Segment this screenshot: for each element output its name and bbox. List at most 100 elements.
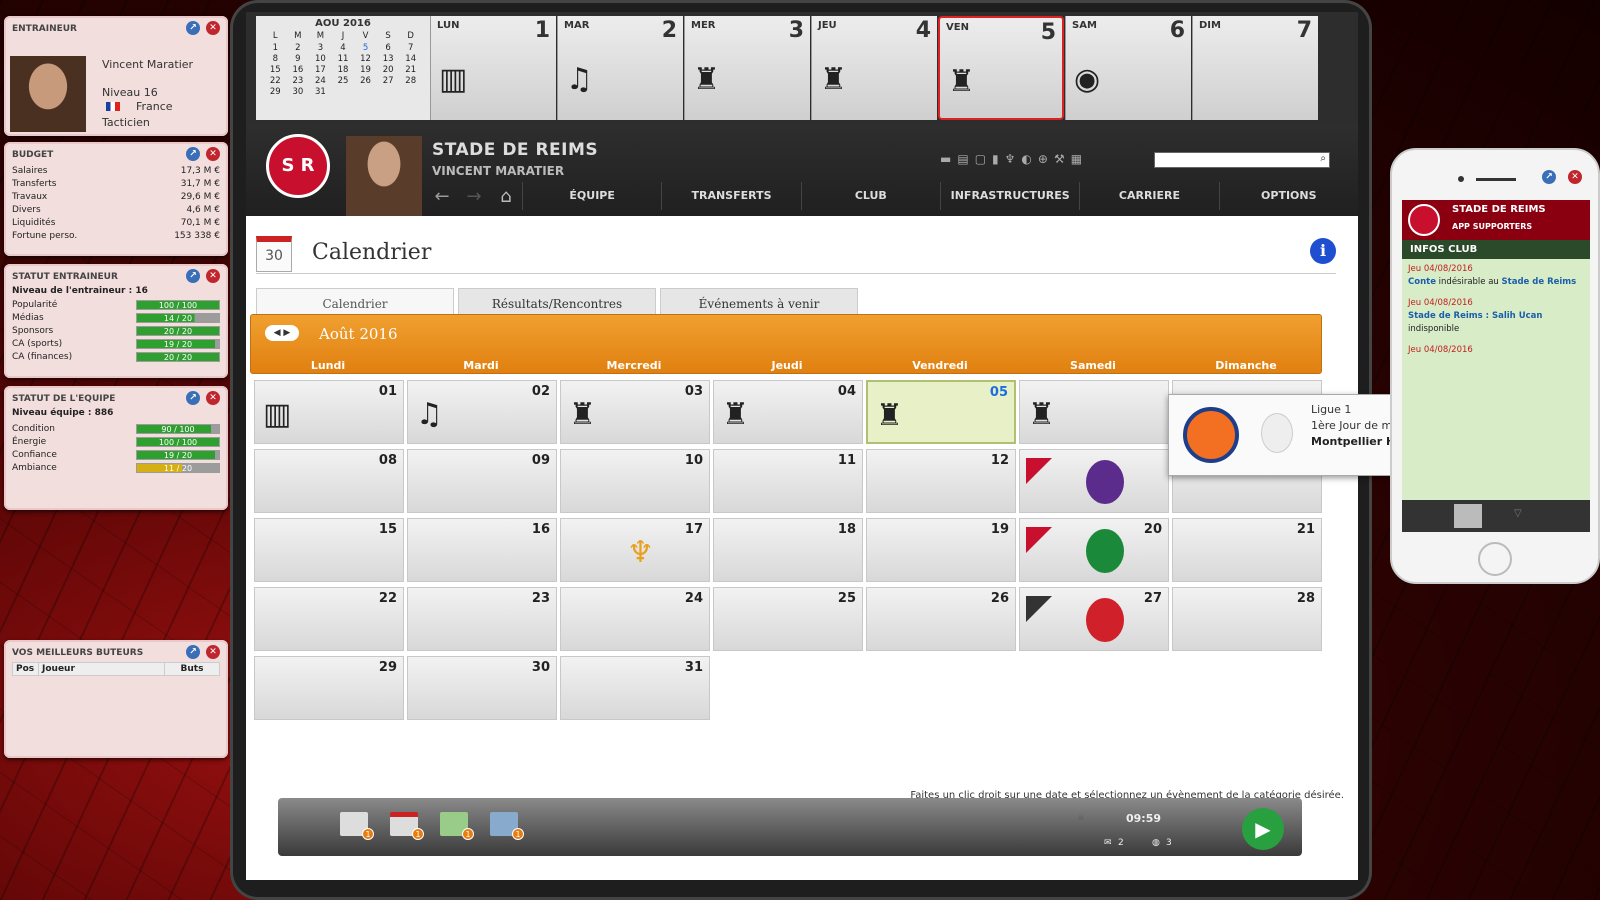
mini-cal-day[interactable]: 18 xyxy=(332,65,355,75)
trophy-icon[interactable]: ♆ xyxy=(1005,152,1016,166)
calendar-day-cell[interactable]: 04 ♜ xyxy=(713,380,863,444)
calendar-day-cell[interactable]: 28 xyxy=(1172,587,1322,651)
mini-cal-day[interactable]: 13 xyxy=(377,54,400,64)
phone-news-tab-icon[interactable] xyxy=(1454,504,1482,528)
mini-cal-day[interactable]: 16 xyxy=(287,65,310,75)
calendar-day-cell[interactable]: 02 ♫ xyxy=(407,380,557,444)
mini-cal-day[interactable]: 29 xyxy=(264,87,287,97)
calendar-day-cell[interactable]: 01 ▥ xyxy=(254,380,404,444)
refresh-icon[interactable]: ◐ xyxy=(1021,152,1031,166)
calendar-day-cell[interactable]: 20 xyxy=(1019,518,1169,582)
calendar-day-cell[interactable]: 25 xyxy=(713,587,863,651)
info-button[interactable]: i xyxy=(1310,238,1336,264)
calendar-day-cell[interactable]: 18 xyxy=(713,518,863,582)
mini-cal-day[interactable]: 3 xyxy=(309,43,332,53)
mini-cal-day[interactable]: 24 xyxy=(309,76,332,86)
week-day-mar[interactable]: MAR 2 ♫ xyxy=(557,16,683,120)
week-day-ven[interactable]: VEN 5 ♜ xyxy=(938,16,1064,120)
nav-transferts[interactable]: TRANSFERTS xyxy=(661,182,800,210)
calendar-day-cell[interactable]: 15 xyxy=(254,518,404,582)
calendar-day-cell[interactable]: 29 xyxy=(254,656,404,720)
mini-cal-day[interactable]: 12 xyxy=(354,54,377,64)
expand-icon[interactable]: ↗ xyxy=(186,21,200,35)
mini-cal-day[interactable]: 5 xyxy=(354,43,377,53)
close-icon[interactable]: ✕ xyxy=(206,21,220,35)
search-icon[interactable]: ⌕ xyxy=(1320,153,1326,164)
close-icon[interactable]: ✕ xyxy=(1568,170,1582,184)
week-day-mer[interactable]: MER 3 ♜ xyxy=(684,16,810,120)
globe-icon[interactable]: ⊕ xyxy=(1038,152,1048,166)
nav-infrastructures[interactable]: INFRASTRUCTURES xyxy=(939,182,1079,210)
calendar-day-cell[interactable]: 09 xyxy=(407,449,557,513)
mini-cal-day[interactable]: 9 xyxy=(287,54,310,64)
mini-cal-day[interactable]: 27 xyxy=(377,76,400,86)
mini-cal-day[interactable]: 2 xyxy=(287,43,310,53)
calendar-day-cell[interactable]: 22 xyxy=(254,587,404,651)
news-item[interactable]: Jeu 04/08/2016 Stade de Reims : Salih Uca… xyxy=(1402,293,1590,340)
nav-club[interactable]: CLUB xyxy=(800,182,940,210)
calendar-day-cell[interactable]: 11 xyxy=(713,449,863,513)
mini-cal-day[interactable]: 1 xyxy=(264,43,287,53)
screen-icon[interactable]: ▢ xyxy=(975,152,986,166)
nav-options[interactable]: OPTIONS xyxy=(1218,182,1358,210)
calendar-day-cell[interactable]: 19 xyxy=(866,518,1016,582)
calendar-day-cell[interactable]: 03 ♜ xyxy=(560,380,710,444)
mini-cal-day[interactable]: 21 xyxy=(399,65,422,75)
calendar-day-cell[interactable]: 23 xyxy=(407,587,557,651)
expand-icon[interactable]: ↗ xyxy=(186,147,200,161)
mini-calendar[interactable]: AOU 2016 LMMJVSD 1 2 3 4 5 6 7 8 9 10 11 12 13 14 15 16… xyxy=(256,16,430,120)
expand-icon[interactable]: ↗ xyxy=(186,645,200,659)
nav-carriere[interactable]: CARRIERE xyxy=(1079,182,1218,210)
mini-cal-day[interactable]: 15 xyxy=(264,65,287,75)
mini-cal-day[interactable]: 19 xyxy=(354,65,377,75)
calendar-day-cell[interactable]: 12 xyxy=(866,449,1016,513)
mini-cal-day[interactable]: 11 xyxy=(332,54,355,64)
week-day-sam[interactable]: SAM 6 ◉ xyxy=(1065,16,1191,120)
mini-cal-day[interactable]: 4 xyxy=(332,43,355,53)
mini-cal-day[interactable]: 6 xyxy=(377,43,400,53)
close-icon[interactable]: ✕ xyxy=(206,645,220,659)
close-icon[interactable]: ✕ xyxy=(206,391,220,405)
home-icon[interactable]: ⌂ xyxy=(490,186,522,207)
search-input[interactable]: ⌕ xyxy=(1154,152,1330,168)
close-icon[interactable]: ✕ xyxy=(206,269,220,283)
nav-équipe[interactable]: ÉQUIPE xyxy=(522,182,661,210)
expand-icon[interactable]: ↗ xyxy=(1542,170,1556,184)
calendar-day-cell[interactable]: 24 xyxy=(560,587,710,651)
calendar-day-cell[interactable]: 21 xyxy=(1172,518,1322,582)
week-day-jeu[interactable]: JEU 4 ♜ xyxy=(811,16,937,120)
mini-cal-day[interactable]: 17 xyxy=(309,65,332,75)
calendar-day-cell[interactable]: 17 ♆ xyxy=(560,518,710,582)
mini-cal-day[interactable]: 28 xyxy=(399,76,422,86)
mini-cal-day[interactable]: 25 xyxy=(332,76,355,86)
tools-icon[interactable]: ⚒ xyxy=(1054,152,1065,166)
close-icon[interactable]: ✕ xyxy=(206,147,220,161)
week-day-dim[interactable]: DIM 7 xyxy=(1192,16,1318,120)
mini-cal-day[interactable]: 8 xyxy=(264,54,287,64)
back-arrow-icon[interactable]: ← xyxy=(426,186,458,207)
calendar-day-cell[interactable]: 08 xyxy=(254,449,404,513)
calendar-day-cell[interactable]: 26 xyxy=(866,587,1016,651)
docs-icon[interactable]: ▦ xyxy=(1071,152,1082,166)
calendar-day-cell[interactable]: ♜ xyxy=(1019,380,1169,444)
mini-cal-day[interactable]: 10 xyxy=(309,54,332,64)
battery-icon[interactable]: ▬ xyxy=(940,152,951,166)
mini-cal-day[interactable]: 23 xyxy=(287,76,310,86)
stats-icon[interactable]: ▮ xyxy=(992,152,999,166)
mini-cal-day[interactable]: 20 xyxy=(377,65,400,75)
phone-cup-tab-icon[interactable]: ▽ xyxy=(1514,508,1522,519)
expand-icon[interactable]: ↗ xyxy=(186,391,200,405)
calendar-day-cell[interactable]: 05 ♜ xyxy=(866,380,1016,444)
expand-icon[interactable]: ↗ xyxy=(186,269,200,283)
phone-home-button[interactable] xyxy=(1478,542,1512,576)
forward-arrow-icon[interactable]: → xyxy=(458,186,490,207)
calendar-day-cell[interactable]: 16 xyxy=(407,518,557,582)
mini-cal-day[interactable]: 26 xyxy=(354,76,377,86)
lock-icon[interactable]: 🔒︎ xyxy=(1078,810,1084,824)
mini-cal-day[interactable]: 22 xyxy=(264,76,287,86)
month-nav[interactable]: ◀ ▶ xyxy=(265,325,299,341)
mini-cal-day[interactable]: 30 xyxy=(287,87,310,97)
week-day-lun[interactable]: LUN 1 ▥ xyxy=(430,16,556,120)
calendar-day-cell[interactable]: 31 xyxy=(560,656,710,720)
calendar-day-cell[interactable] xyxy=(1019,449,1169,513)
